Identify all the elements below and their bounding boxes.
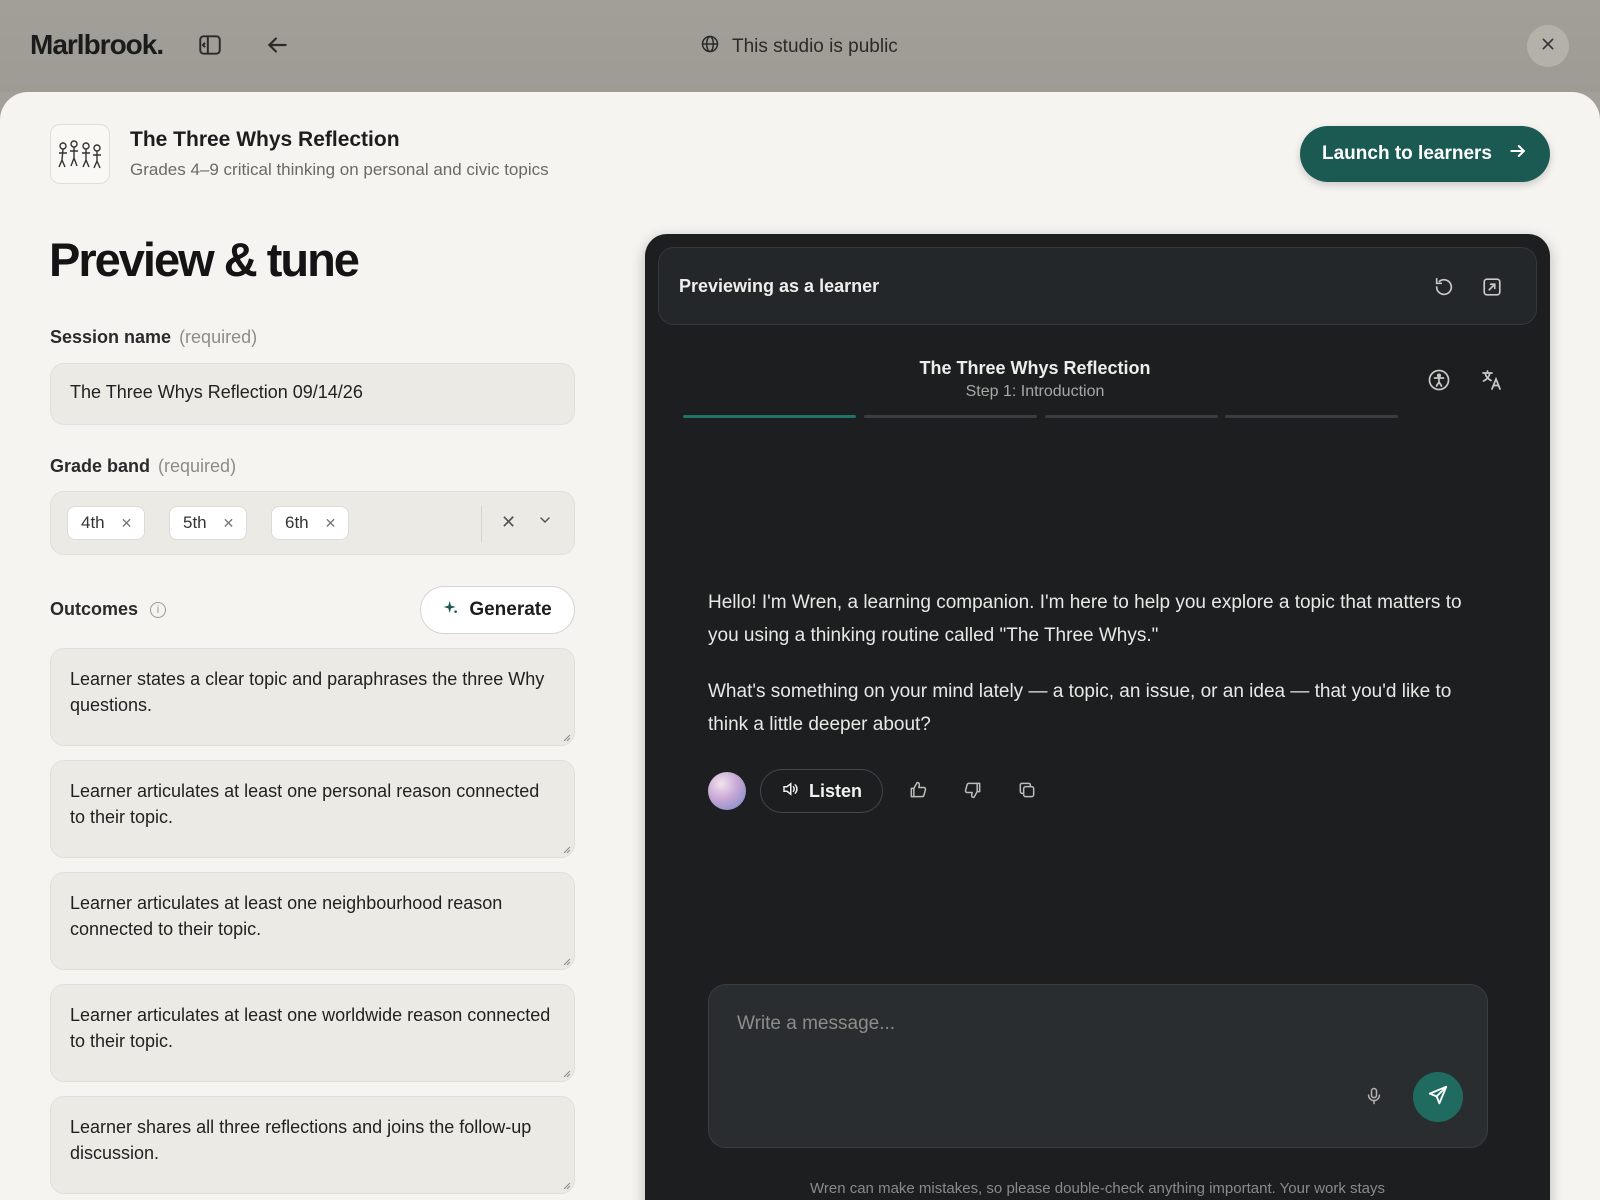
- restart-icon[interactable]: [1433, 276, 1455, 303]
- outcome-text: Learner articulates at least one neighbo…: [70, 893, 503, 939]
- close-button[interactable]: [1527, 25, 1569, 67]
- outcome-field[interactable]: Learner articulates at least one persona…: [50, 760, 575, 858]
- microphone-icon[interactable]: [1364, 1085, 1384, 1112]
- page-title: Preview & tune: [49, 233, 360, 286]
- launch-label: Launch to learners: [1322, 143, 1492, 164]
- resize-handle-icon[interactable]: [561, 844, 571, 854]
- send-icon: [1427, 1084, 1449, 1111]
- grade-chip[interactable]: 6th ✕: [271, 506, 350, 540]
- thumbs-down-icon[interactable]: [963, 780, 983, 805]
- resize-handle-icon[interactable]: [561, 956, 571, 966]
- outcome-text: Learner articulates at least one persona…: [70, 781, 540, 827]
- studio-title: The Three Whys Reflection: [130, 128, 400, 151]
- top-bar: Marlbrook. This studio is public: [0, 0, 1600, 92]
- thumbs-up-icon[interactable]: [908, 780, 928, 805]
- outcome-field[interactable]: Learner shares all three reflections and…: [50, 1096, 575, 1194]
- learner-preview-panel: Previewing as a learner The Three Whys R…: [645, 234, 1550, 1200]
- resize-handle-icon[interactable]: [561, 1180, 571, 1190]
- grade-band-label-text: Grade band: [50, 456, 151, 476]
- send-button[interactable]: [1413, 1072, 1463, 1122]
- remove-chip-icon[interactable]: ✕: [121, 515, 133, 532]
- outcome-field[interactable]: Learner articulates at least one neighbo…: [50, 872, 575, 970]
- outcome-text: Learner articulates at least one worldwi…: [70, 1005, 551, 1051]
- resize-handle-icon[interactable]: [561, 732, 571, 742]
- required-text: (required): [179, 327, 258, 347]
- assistant-message-paragraph: Hello! I'm Wren, a learning companion. I…: [708, 592, 1462, 646]
- globe-icon: [700, 34, 720, 60]
- speaker-icon: [781, 780, 799, 803]
- outcomes-label-text: Outcomes: [50, 599, 139, 619]
- launch-to-learners-button[interactable]: Launch to learners: [1300, 126, 1550, 182]
- session-title: The Three Whys Reflection: [919, 358, 1151, 378]
- progress-step-2: [864, 415, 1037, 418]
- message-composer[interactable]: Write a message...: [708, 984, 1488, 1148]
- assistant-avatar: [708, 772, 746, 810]
- grade-chip[interactable]: 4th ✕: [67, 506, 146, 540]
- preview-header: Previewing as a learner: [658, 247, 1537, 325]
- chevron-down-icon[interactable]: [537, 512, 553, 533]
- grade-chip-label: 6th: [285, 513, 309, 532]
- outcome-text: Learner states a clear topic and paraphr…: [70, 669, 545, 715]
- listen-label: Listen: [808, 780, 862, 801]
- studio-thumbnail: [50, 124, 110, 184]
- studio-sheet: The Three Whys Reflection Grades 4–9 cri…: [0, 92, 1600, 1200]
- open-external-icon[interactable]: [1481, 276, 1503, 303]
- accessibility-icon[interactable]: [1427, 368, 1451, 397]
- step-label: Step 1: Introduction: [965, 383, 1105, 400]
- visibility-status: This studio is public: [700, 34, 898, 60]
- outcome-field[interactable]: Learner states a clear topic and paraphr…: [50, 648, 575, 746]
- studio-subtitle: Grades 4–9 critical thinking on personal…: [130, 160, 549, 179]
- visibility-text: This studio is public: [732, 36, 898, 57]
- outcomes-label: Outcomes i: [50, 599, 167, 620]
- remove-chip-icon[interactable]: ✕: [325, 515, 337, 532]
- assistant-message-paragraph: What's something on your mind lately — a…: [708, 681, 1452, 735]
- grade-chip[interactable]: 5th ✕: [169, 506, 248, 540]
- info-icon[interactable]: i: [150, 601, 167, 618]
- brand-logo[interactable]: Marlbrook.: [30, 29, 164, 61]
- progress-step-4: [1225, 415, 1398, 418]
- outcome-text: Learner shares all three reflections and…: [70, 1117, 532, 1163]
- session-name-label: Session name (required): [50, 327, 257, 348]
- translate-icon[interactable]: [1480, 368, 1504, 397]
- listen-button[interactable]: Listen: [760, 769, 883, 813]
- grade-chip-label: 4th: [81, 513, 105, 532]
- grade-band-select[interactable]: 4th ✕ 5th ✕ 6th ✕ ✕: [50, 491, 575, 555]
- remove-chip-icon[interactable]: ✕: [223, 515, 235, 532]
- message-input[interactable]: Write a message...: [737, 1013, 895, 1035]
- progress-step-1: [683, 415, 856, 418]
- sketch-illustration-icon: [58, 140, 101, 169]
- grade-band-label: Grade band (required): [50, 456, 236, 477]
- grade-chip-label: 5th: [183, 513, 207, 532]
- clear-selection-icon[interactable]: ✕: [501, 512, 516, 533]
- outcome-field[interactable]: Learner articulates at least one worldwi…: [50, 984, 575, 1082]
- generate-button[interactable]: Generate: [420, 586, 575, 634]
- sidebar-toggle-icon[interactable]: [197, 32, 223, 58]
- sparkle-icon: [443, 599, 459, 621]
- arrow-right-icon: [1508, 141, 1528, 167]
- preview-header-label: Previewing as a learner: [679, 276, 880, 296]
- disclaimer-text: Wren can make mistakes, so please double…: [809, 1180, 1385, 1197]
- select-divider: [481, 506, 482, 542]
- progress-step-3: [1045, 415, 1218, 418]
- required-text: (required): [158, 456, 237, 476]
- copy-icon[interactable]: [1017, 780, 1037, 805]
- session-name-label-text: Session name: [50, 327, 172, 347]
- generate-label: Generate: [469, 599, 552, 620]
- session-name-field[interactable]: The Three Whys Reflection 09/14/26: [50, 363, 575, 425]
- back-arrow-icon[interactable]: [264, 32, 290, 58]
- resize-handle-icon[interactable]: [561, 1068, 571, 1078]
- close-icon: [1540, 36, 1556, 57]
